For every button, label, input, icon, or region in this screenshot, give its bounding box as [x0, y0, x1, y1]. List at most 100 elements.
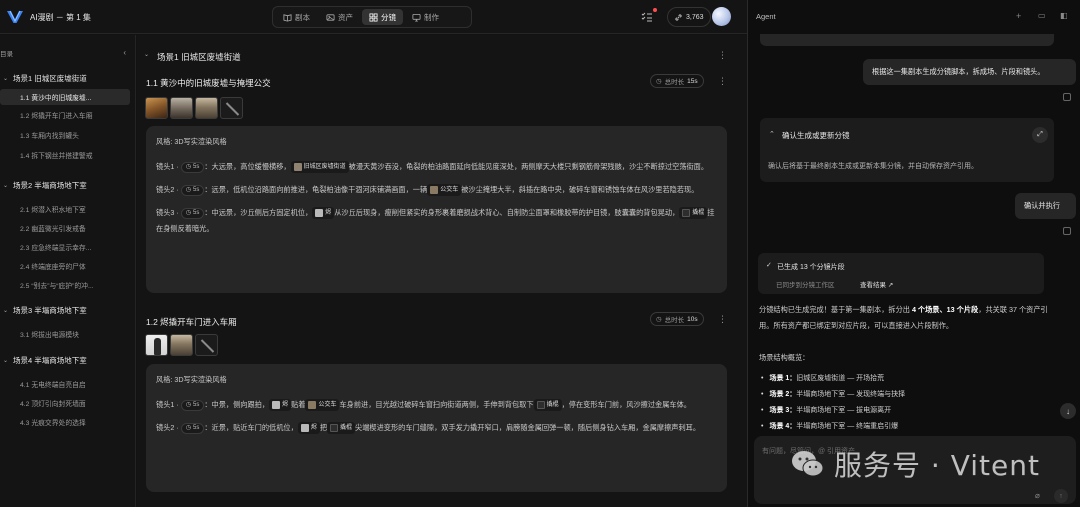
time-chip[interactable]: ◷ 5s — [180, 161, 205, 173]
camera-line: 镜头3 · ◷ 5s ：中远景，沙丘侧后方固定机位，烬从沙丘后现身，瘦削但紧实的身形… — [156, 205, 717, 237]
character-ref-icon — [315, 209, 324, 218]
camera-text: ：大远景，高位缓慢横移， — [204, 162, 291, 171]
tab-script[interactable]: 剧本 — [276, 9, 317, 25]
sidebar-shot-4-2[interactable]: 4.2 顶灯引向封死墙面 — [0, 395, 130, 411]
list-item: 场景 1：旧城区废墟街道 — 开场拾荒 — [761, 371, 1059, 387]
task-list-icon[interactable] — [640, 10, 654, 24]
sidebar-shot-1-4[interactable]: 1.4 拆下钢丝并搭建警戒 — [0, 147, 130, 163]
storyboard-main: ⌄ 场景1 旧城区废墟街道 ⋮ 1.1 黄沙中的旧城废墟与掩埋公交 ◷ 总时长 … — [137, 35, 747, 507]
asset-ref[interactable]: 撬棍 — [533, 399, 562, 412]
asset-ref[interactable]: 公交车 — [305, 399, 340, 412]
scene-header[interactable]: ⌄ 场景1 旧城区废墟街道 — [137, 48, 747, 64]
sidebar-scene-title[interactable]: ⌄ 场景2 半塌商场地下室 — [0, 178, 136, 192]
panel-toggle-icon[interactable]: ◧ — [1060, 11, 1068, 20]
character-thumbnail[interactable] — [145, 334, 168, 356]
camera-text: 把 — [319, 423, 328, 432]
sidebar-scene-title[interactable]: ⌄ 场景3 半塌商场地下室 — [0, 303, 136, 317]
sidebar-shot-4-3[interactable]: 4.3 光痕交界处的选择 — [0, 414, 130, 430]
scene-thumbnail[interactable] — [170, 97, 193, 119]
chevron-down-icon: ⌄ — [3, 357, 9, 364]
prop-thumbnail[interactable] — [195, 334, 218, 356]
scroll-down-icon[interactable]: ↓ — [1060, 403, 1076, 419]
shot-script-card[interactable]: 风格: 3D写实渲染风格 镜头1 · ◷ 5s ：中景，侧向跟拍，烬贴着 公交车 车身前… — [146, 364, 727, 492]
time-chip[interactable]: ◷ 5s — [180, 399, 205, 411]
avatar[interactable] — [712, 7, 731, 26]
asset-ref-label: 旧城区废墟街道 — [303, 164, 346, 171]
paperclip-icon[interactable]: ⌀ — [1035, 491, 1040, 500]
agent-summary: 分镜结构已生成完成！基于第一集剧本，拆分出 4 个场景、13 个片段，共关联 3… — [759, 302, 1057, 334]
time-value: 5s — [193, 401, 200, 408]
tab-script-label: 剧本 — [295, 12, 310, 22]
duration-badge: ◷ 总时长 15s — [650, 74, 704, 88]
view-result-link[interactable]: 查看结果 ↗ — [860, 279, 893, 289]
user-message-bubble: 根据这一集剧本生成分镜脚本，拆成场、片段和镜头。 — [863, 59, 1076, 85]
notification-dot — [653, 8, 657, 12]
sidebar-shot-2-1[interactable]: 2.1 烬潜入积水地下室 — [0, 201, 130, 217]
credits-badge[interactable]: 3,763 — [667, 7, 711, 27]
sidebar-shot-1-3[interactable]: 1.3 车厢内找到罐头 — [0, 127, 130, 143]
more-options-icon[interactable]: ⋮ — [718, 76, 727, 87]
time-chip[interactable]: ◷ 5s — [180, 207, 205, 219]
asset-ref[interactable]: 烬 — [297, 422, 320, 435]
asset-ref[interactable]: 旧城区废墟街道 — [290, 161, 349, 174]
time-chip[interactable]: ◷ 5s — [180, 184, 205, 196]
collapse-sidebar-icon[interactable]: ‹ — [123, 48, 126, 57]
tab-storyboard[interactable]: 分镜 — [362, 9, 403, 25]
asset-ref[interactable]: 撬棍 — [679, 207, 708, 220]
sidebar-shot-4-1[interactable]: 4.1 无电终端自亮自启 — [0, 376, 130, 392]
sidebar-shot-3-1[interactable]: 3.1 烬拔出电源模块 — [0, 326, 130, 342]
sidebar-shot-2-4[interactable]: 2.4 终端底座旁的尸体 — [0, 258, 130, 274]
asset-ref[interactable]: 烬 — [312, 207, 335, 220]
asset-ref-label: 烬 — [310, 425, 317, 432]
asset-ref-label: 撬棍 — [546, 402, 559, 409]
agent-title: Agent — [756, 12, 776, 21]
character-thumbnail[interactable] — [145, 97, 168, 119]
chevron-up-icon[interactable]: ⌃ — [769, 130, 775, 138]
sidebar-shot-1-1[interactable]: 1.1 黄沙中的旧城废墟... — [0, 89, 130, 105]
asset-ref-label: 撬棍 — [692, 210, 705, 217]
result-card[interactable]: ✓ 已生成 13 个分镜片段 已同步到分镜工作区 查看结果 ↗ — [758, 253, 1044, 294]
summary-highlight: 4 个场景、13 个片段 — [911, 305, 979, 314]
scene-ref-icon — [293, 163, 302, 172]
sidebar-header: 目录 ‹ — [0, 48, 136, 60]
chat-icon[interactable]: ▭ — [1038, 11, 1046, 20]
prop-thumbnail[interactable] — [195, 97, 218, 119]
time-chip[interactable]: ◷ 5s — [180, 422, 205, 434]
expand-icon[interactable]: ⤢ — [1032, 127, 1048, 143]
clock-icon: ◷ — [185, 209, 192, 216]
character-ref-icon — [272, 401, 281, 410]
watermark-text: 服务号 · Vitent — [834, 449, 1040, 482]
camera-text: 尖端楔进变形的车门缝隙，双手发力撬开窄口，肩膀随金属回弹一顿，随后侧身钻入车厢，… — [355, 423, 701, 432]
app-logo-icon[interactable] — [6, 9, 24, 25]
confirm-title: 确认生成或更新分镜 — [782, 131, 850, 140]
asset-ref[interactable]: 烬 — [269, 399, 292, 412]
send-icon[interactable]: ↑ — [1054, 489, 1068, 503]
copy-icon[interactable] — [1063, 93, 1071, 101]
camera-text: ，停在变形车门前，风沙擦过金属车体。 — [561, 400, 691, 409]
more-options-icon[interactable]: ⋮ — [718, 314, 727, 325]
copy-icon[interactable] — [1063, 227, 1071, 235]
prop-thumbnail[interactable] — [220, 97, 243, 119]
duration-label: 总时长 — [664, 79, 685, 86]
tab-production[interactable]: 制作 — [405, 9, 446, 25]
sidebar-shot-2-3[interactable]: 2.3 应急终端显示幸存... — [0, 239, 130, 255]
plus-icon[interactable]: + — [1016, 11, 1021, 21]
chevron-down-icon: ⌄ — [3, 307, 9, 314]
asset-thumbnails — [145, 97, 243, 119]
overview-list: 场景 1：旧城区废墟街道 — 开场拾荒 场景 2：半塌商场地下室 — 发现终端与… — [761, 371, 1059, 435]
asset-ref[interactable]: 撬棍 — [327, 422, 356, 435]
sidebar-shot-1-2[interactable]: 1.2 烬撬开车门进入车厢 — [0, 107, 130, 123]
sidebar-scene-title[interactable]: ⌄ 场景1 旧城区废墟街道 — [0, 71, 136, 85]
sidebar-shot-2-5[interactable]: 2.5 “别去”与“庇护”的冲... — [0, 277, 130, 293]
tab-assets[interactable]: 资产 — [319, 9, 360, 25]
sidebar-shot-2-2[interactable]: 2.2 幽蓝微光引发戒备 — [0, 220, 130, 236]
shot-script-card[interactable]: 风格: 3D写实渲染风格 镜头1 · ◷ 5s ：大远景，高位缓慢横移， 旧城区废墟街… — [146, 126, 727, 293]
more-options-icon[interactable]: ⋮ — [718, 50, 727, 61]
sidebar: 目录 ‹ ⌄ 场景1 旧城区废墟街道 1.1 黄沙中的旧城废墟... 1.2 烬撬… — [0, 35, 136, 507]
sidebar-scene-1: ⌄ 场景1 旧城区废墟街道 1.1 黄沙中的旧城废墟... 1.2 烬撬开车门进入… — [0, 71, 136, 163]
image-icon — [326, 13, 335, 21]
agent-header: Agent + ▭ ◧ — [748, 0, 1080, 32]
asset-ref[interactable]: 公交车 — [427, 184, 462, 197]
sidebar-scene-title[interactable]: ⌄ 场景4 半塌商场地下室 — [0, 353, 136, 367]
prop-thumbnail[interactable] — [170, 334, 193, 356]
